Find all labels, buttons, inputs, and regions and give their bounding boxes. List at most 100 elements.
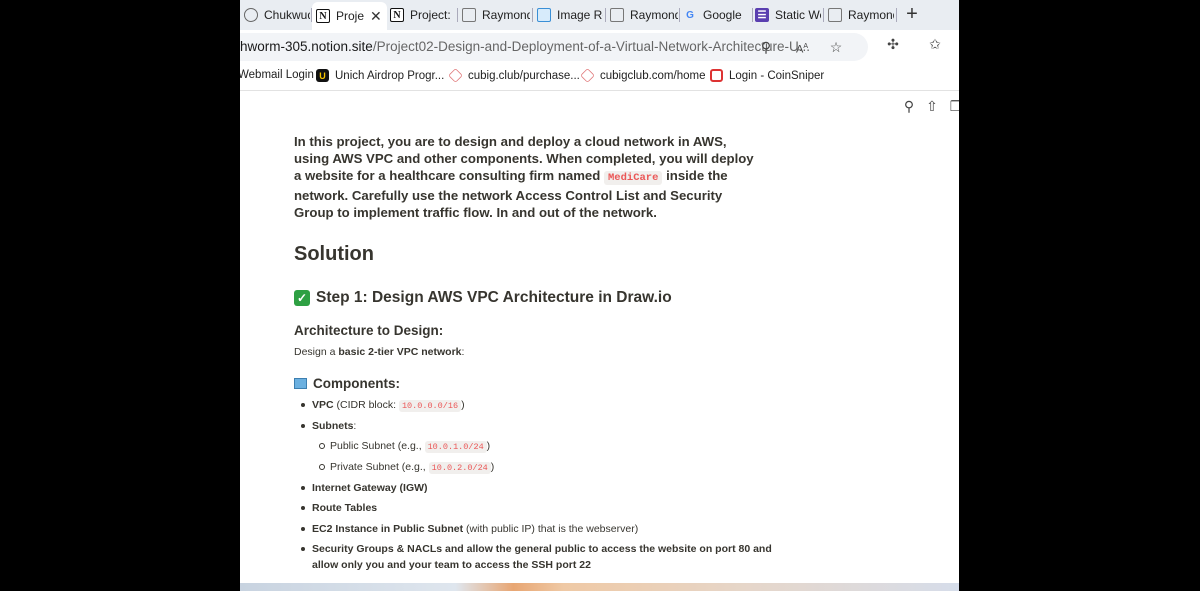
- close-tab-icon[interactable]: ✕: [370, 8, 382, 25]
- bookmark-label: cubig.club/purchase...: [468, 69, 580, 82]
- public-subnet-code: 10.0.1.0/24: [424, 441, 487, 453]
- tab-title: Static We: [775, 8, 821, 22]
- search-icon[interactable]: ⚲: [901, 98, 917, 114]
- tab-static-web[interactable]: ☰ Static We: [755, 3, 821, 27]
- sg-line-2: allow only you and your team to access t…: [312, 559, 591, 571]
- design-bold: basic 2-tier VPC network: [338, 346, 462, 358]
- tab-separator: [679, 8, 680, 22]
- list-item-vpc: VPC (CIDR block: 10.0.0.0/16): [301, 397, 465, 414]
- igw-text: Internet Gateway (IGW): [312, 482, 428, 494]
- static-site-icon: ☰: [755, 8, 769, 22]
- tab-title: Google: [703, 8, 742, 22]
- list-item-route-tables: Route Tables: [301, 500, 378, 516]
- vpc-label: VPC: [312, 399, 334, 411]
- bookmark-label: Webmail Login: [240, 69, 314, 81]
- bookmark-cubigclub-home[interactable]: cubigclub.com/home: [580, 68, 706, 83]
- list-item-private-subnet: Private Subnet (e.g., 10.0.2.0/24): [319, 459, 494, 476]
- ec2-rest: (with public IP) that is the webserver): [466, 523, 639, 535]
- inline-code-medicare: MediCare: [604, 171, 663, 185]
- bullet-icon: [301, 547, 305, 551]
- tab-title: Raymond: [848, 8, 894, 22]
- vpc-close: ): [461, 399, 465, 411]
- design-prefix: Design a: [294, 346, 336, 358]
- raymond-icon: [828, 8, 842, 22]
- bookmark-coinsniper[interactable]: Login - CoinSniper: [710, 69, 824, 82]
- tab-chukwud[interactable]: Chukwud: [244, 3, 310, 27]
- bookmark-label: Unich Airdrop Progr...: [335, 69, 445, 82]
- step1-heading-text: Step 1: Design AWS VPC Architecture in D…: [316, 289, 672, 306]
- tab-separator: [457, 8, 458, 22]
- raymond-icon: [610, 8, 624, 22]
- read-aloud-icon[interactable]: AA: [794, 39, 810, 56]
- bullet-icon: [301, 486, 305, 490]
- list-item-ec2: EC2 Instance in Public Subnet (with publ…: [301, 521, 639, 537]
- checkmark-icon: ✓: [294, 290, 310, 306]
- image-icon: [537, 8, 551, 22]
- tab-raymond-1[interactable]: Raymond: [462, 3, 530, 27]
- extensions-icon[interactable]: ✣: [885, 36, 901, 52]
- coinsniper-icon: [710, 69, 723, 82]
- tab-separator: [605, 8, 606, 22]
- tab-separator: [752, 8, 753, 22]
- tab-title: Image Re: [557, 8, 603, 22]
- taskbar-strip: [240, 583, 959, 591]
- raymond-icon: [462, 8, 476, 22]
- tab-title: Raymond: [482, 8, 530, 22]
- design-suffix: :: [461, 346, 465, 358]
- bookmark-cubig-purchase[interactable]: cubig.club/purchase...: [448, 68, 580, 83]
- public-subnet-text: Public Subnet (e.g.,: [330, 440, 422, 452]
- list-item-igw: Internet Gateway (IGW): [301, 480, 428, 496]
- solution-heading: Solution: [294, 243, 374, 265]
- cube-icon: [580, 68, 595, 83]
- tab-google[interactable]: G Google: [683, 3, 751, 27]
- list-item-subnets: Subnets:: [301, 418, 357, 434]
- tab-project-v[interactable]: N Project: V: [390, 3, 454, 27]
- share-icon[interactable]: ⇧: [924, 98, 940, 114]
- vpc-text: (CIDR block:: [336, 399, 397, 411]
- private-subnet-text: Private Subnet (e.g.,: [330, 461, 426, 473]
- new-tab-button[interactable]: +: [902, 3, 922, 26]
- tab-title: Proje: [336, 9, 365, 23]
- list-item-security-groups: Security Groups & NACLs and allow the ge…: [301, 541, 772, 573]
- tab-raymond-3[interactable]: Raymond: [828, 3, 894, 27]
- vpc-cidr-code: 10.0.0.0/16: [398, 400, 462, 412]
- route-tables-text: Route Tables: [312, 502, 378, 514]
- browser-window: Chukwud N Proje ✕ N Project: V Raymond I…: [240, 0, 959, 591]
- components-heading-text: Components:: [313, 376, 400, 391]
- address-bar[interactable]: hworm-305.notion.site/Project02-Design-a…: [240, 33, 868, 61]
- tab-separator: [896, 8, 897, 22]
- globe-icon: [244, 8, 258, 22]
- favorites-icon[interactable]: ✩: [927, 36, 943, 52]
- sg-line-1: Security Groups & NACLs and allow the ge…: [312, 543, 772, 555]
- url-path: /Project02-Design-and-Deployment-of-a-Vi…: [372, 39, 810, 54]
- paren-close: ): [486, 440, 491, 452]
- bookmark-label: Login - CoinSniper: [729, 69, 825, 82]
- url-text[interactable]: hworm-305.notion.site/Project02-Design-a…: [240, 39, 810, 54]
- tab-image-re[interactable]: Image Re: [537, 3, 603, 27]
- step1-heading: ✓ Step 1: Design AWS VPC Architecture in…: [294, 289, 672, 307]
- duplicate-icon[interactable]: ❐: [948, 98, 959, 114]
- bookmarks-bar: Webmail Login U Unich Airdrop Progr... c…: [240, 64, 959, 91]
- url-host: hworm-305.notion.site: [240, 39, 373, 54]
- design-line: Design a basic 2-tier VPC network:: [294, 346, 464, 358]
- private-subnet-code: 10.0.2.0/24: [428, 462, 491, 474]
- architecture-heading: Architecture to Design:: [294, 323, 444, 338]
- tab-separator: [823, 8, 824, 22]
- favorite-star-icon[interactable]: ☆: [828, 39, 844, 55]
- intro-paragraph: In this project, you are to design and d…: [294, 133, 754, 221]
- subnets-colon: :: [353, 420, 357, 432]
- tab-project-active[interactable]: N Proje ✕: [312, 2, 387, 30]
- subnets-label: Subnets: [312, 420, 354, 432]
- cube-icon: [448, 68, 463, 83]
- bookmark-webmail-login[interactable]: Webmail Login: [240, 69, 314, 81]
- google-icon: G: [686, 9, 694, 21]
- unich-icon: U: [316, 69, 329, 82]
- bullet-icon: [301, 424, 305, 428]
- toolbar: hworm-305.notion.site/Project02-Design-a…: [240, 30, 959, 64]
- notion-icon: N: [390, 8, 404, 22]
- bookmark-label: cubigclub.com/home: [600, 69, 706, 82]
- tab-raymond-2[interactable]: Raymond: [610, 3, 678, 27]
- tab-title: Chukwud: [264, 8, 310, 22]
- zoom-icon[interactable]: ⚲: [758, 39, 774, 55]
- bookmark-unich[interactable]: U Unich Airdrop Progr...: [316, 69, 444, 82]
